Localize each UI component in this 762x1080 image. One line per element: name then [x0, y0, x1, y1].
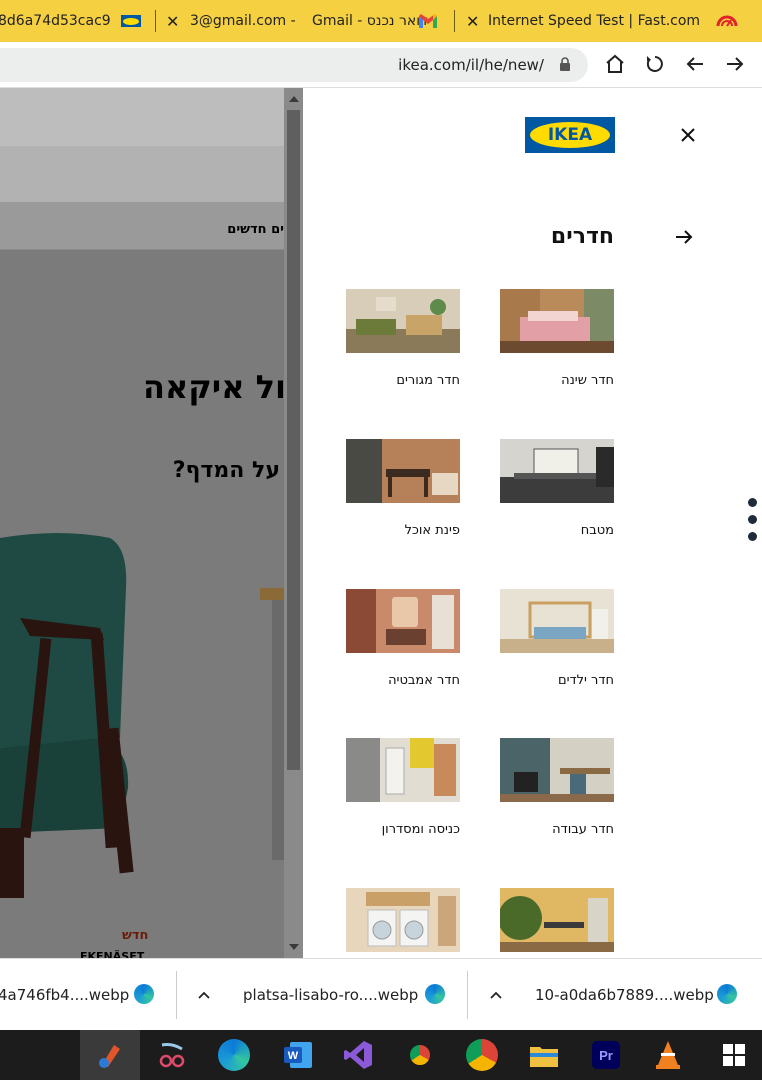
ikea-logo-text: IKEA: [530, 122, 610, 148]
download-filename: 4a746fb4....webp: [0, 986, 130, 1004]
lock-icon: [560, 57, 570, 71]
page-content-dimmed: ים חדשים ול איקאה על המדף? חדש EKENÄSET: [0, 88, 284, 958]
room-label: חדר ילדים: [558, 673, 614, 688]
tab-title-prefix: 3@gmail.com -: [190, 13, 296, 29]
edge-file-icon: [425, 984, 445, 1004]
close-tab-icon[interactable]: ✕: [166, 12, 179, 31]
page-header: [0, 88, 284, 146]
scrollbar-thumb[interactable]: [287, 110, 300, 770]
kitchen-image: [500, 439, 614, 503]
edge-icon[interactable]: [218, 1039, 250, 1071]
navigation-side-panel: IKEA חדרים חדר שינה חדר מגורים מטבח פינת…: [303, 88, 762, 958]
chevron-up-icon[interactable]: [198, 989, 210, 1001]
page-scrollbar[interactable]: [284, 88, 303, 958]
address-bar: ikea.com/il/he/new/: [0, 42, 762, 88]
page-search-area: [0, 146, 284, 202]
forward-icon[interactable]: [724, 53, 746, 75]
close-tab-icon[interactable]: ✕: [466, 12, 479, 31]
section-title: חדרים: [550, 224, 614, 249]
download-separator: [176, 971, 177, 1019]
kids-room-image: [500, 589, 614, 653]
tab-fast[interactable]: Internet Speed Test | Fast.com: [488, 0, 762, 42]
room-label: חדר עבודה: [552, 822, 614, 837]
room-label: פינת אוכל: [404, 523, 460, 538]
product-name: EKENÄSET: [80, 950, 145, 958]
vlc-icon[interactable]: [652, 1039, 684, 1071]
edge-file-icon: [717, 984, 737, 1004]
download-item[interactable]: 10-a0da6b7889....webp: [535, 959, 715, 1031]
dining-image: [346, 439, 460, 503]
svg-text:Pr: Pr: [599, 1048, 613, 1063]
room-card-living-room[interactable]: חדר מגורים: [346, 289, 460, 388]
tab-title: דואר נכנס - Gmail: [312, 13, 428, 29]
screen: { "browser": { "tabs": [ {"label": "8d6a…: [0, 0, 762, 1080]
room-label: חדר מגורים: [396, 373, 460, 388]
word-icon[interactable]: W: [282, 1039, 314, 1071]
office-image: [500, 738, 614, 802]
home-icon[interactable]: [604, 53, 626, 75]
room-label: כניסה ומסדרון: [381, 822, 460, 837]
edge-file-icon: [134, 984, 154, 1004]
room-label: מטבח: [580, 523, 614, 538]
download-filename: platsa-lisabo-ro....webp: [243, 986, 419, 1004]
ikea-favicon-icon: [121, 15, 141, 27]
scroll-up-arrow-icon[interactable]: [289, 96, 299, 102]
bedroom-image: [500, 289, 614, 353]
back-icon[interactable]: [684, 53, 706, 75]
tab-title: Internet Speed Test | Fast.com: [488, 13, 701, 29]
room-card-dining[interactable]: פינת אוכל: [346, 439, 460, 538]
chrome-profile-icon[interactable]: [404, 1039, 436, 1071]
room-card-kids-room[interactable]: חדר ילדים: [500, 589, 614, 688]
hallway-image: [346, 738, 460, 802]
bathroom-image: [346, 589, 460, 653]
outdoor-image: [498, 888, 614, 952]
tab-separator: [155, 10, 156, 32]
windows-icon[interactable]: [718, 1039, 750, 1071]
ikea-logo[interactable]: IKEA: [525, 117, 615, 153]
browser-tab-bar: 8d6a74d53cac9 ✕ 3@gmail.com - דואר נכנס …: [0, 0, 762, 42]
svg-text:W: W: [288, 1050, 299, 1062]
download-separator: [467, 971, 468, 1019]
back-arrow-icon[interactable]: [673, 226, 695, 248]
download-filename: 10-a0da6b7889....webp: [535, 986, 714, 1004]
more-options-icon[interactable]: [748, 498, 758, 549]
page-subtitle: על המדף?: [172, 458, 280, 483]
tab-title: 8d6a74d53cac9: [0, 13, 111, 29]
chrome-icon[interactable]: [466, 1039, 498, 1071]
living-room-image: [346, 289, 460, 353]
tab-ikea[interactable]: 8d6a74d53cac9: [0, 0, 154, 42]
download-item[interactable]: platsa-lisabo-ro....webp: [243, 959, 433, 1031]
armchair-image: [0, 533, 284, 898]
tab-gmail[interactable]: 3@gmail.com - דואר נכנס - Gmail: [186, 0, 442, 42]
chevron-up-icon[interactable]: [490, 989, 502, 1001]
paint-icon[interactable]: [94, 1039, 126, 1071]
room-card-office[interactable]: חדר עבודה: [500, 738, 614, 837]
url-input[interactable]: ikea.com/il/he/new/: [0, 48, 588, 82]
room-card-bedroom[interactable]: חדר שינה: [500, 289, 614, 388]
url-text: ikea.com/il/he/new/: [398, 56, 544, 74]
close-icon: [681, 128, 695, 142]
file-explorer-icon[interactable]: [528, 1039, 560, 1071]
close-panel-button[interactable]: [675, 122, 701, 148]
tab-separator: [454, 10, 455, 32]
page-nav-link[interactable]: ים חדשים: [227, 222, 284, 237]
page-title: ול איקאה: [142, 368, 284, 406]
laundry-image: [346, 888, 460, 952]
room-card-hallway[interactable]: כניסה ומסדרון: [346, 738, 460, 837]
visual-studio-icon[interactable]: [342, 1039, 374, 1071]
snip-icon[interactable]: [156, 1039, 188, 1071]
room-card-kitchen[interactable]: מטבח: [500, 439, 614, 538]
scroll-down-arrow-icon[interactable]: [289, 944, 299, 950]
new-badge: חדש: [122, 928, 149, 943]
downloads-bar: 4a746fb4....webp platsa-lisabo-ro....web…: [0, 958, 762, 1030]
windows-taskbar: W Pr: [0, 1030, 762, 1080]
fast-icon: [716, 15, 738, 27]
room-label: חדר אמבטיה: [388, 673, 460, 688]
gmail-icon: [419, 14, 437, 28]
reload-icon[interactable]: [644, 53, 666, 75]
premiere-icon[interactable]: Pr: [590, 1039, 622, 1071]
room-label: חדר שינה: [561, 373, 614, 388]
room-card-bathroom[interactable]: חדר אמבטיה: [346, 589, 460, 688]
